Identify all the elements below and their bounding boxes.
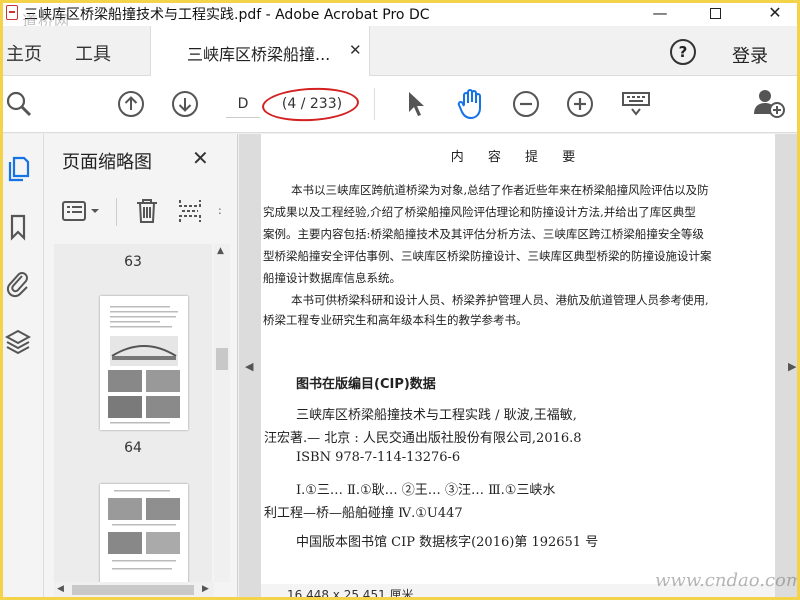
delete-page-icon[interactable] — [134, 196, 160, 226]
thumbnail-vertical-scrollbar[interactable]: ▲ — [214, 244, 230, 582]
maximize-icon — [709, 8, 721, 19]
thumbnail-options-icon[interactable] — [60, 198, 106, 224]
layers-icon[interactable] — [5, 327, 31, 357]
thumbnails-panel: 页面缩略图 ✕ : 63 64 ▲ ◀ ▶ — [44, 134, 238, 600]
cip-line: 三峡库区桥梁船撞技术与工程实践 / 耿波,王福敏, — [296, 408, 577, 423]
tab-home[interactable]: 主页 — [6, 40, 42, 66]
paragraph-line: 本书可供桥梁科研和设计人员、桥梁养护管理人员、港航及航道管理人员参考使用, — [291, 293, 709, 307]
help-icon[interactable]: ? — [670, 39, 696, 65]
thumbnail-label: 63 — [124, 254, 142, 270]
paragraph-line: 究成果以及工程经验,介绍了桥梁船撞风险评估理论和防撞设计方法,并给出了库区典型 — [263, 205, 696, 219]
more-tools-icon[interactable]: : — [218, 204, 222, 217]
page-down-icon[interactable] — [171, 90, 199, 118]
zoom-out-icon[interactable] — [512, 90, 540, 118]
page-thumbnails-icon[interactable] — [5, 154, 31, 184]
thumbnail-page-65[interactable] — [100, 484, 188, 582]
paragraph-line: 桥梁工程专业研究生和高年级本科生的教学参考书。 — [263, 313, 528, 327]
cip-title: 图书在版编目(CIP)数据 — [296, 377, 436, 392]
cip-line: ISBN 978-7-114-13276-6 — [296, 450, 461, 465]
panel-title: 页面缩略图 — [62, 152, 152, 173]
left-icon-rail — [0, 134, 44, 600]
tab-bar: 主页 工具 三峡库区桥梁船撞... ✕ ? 登录 — [0, 26, 800, 76]
page-heading: 内 容 提 要 — [450, 150, 586, 165]
scrollbar-thumb[interactable] — [216, 348, 228, 370]
thumbnail-page-64[interactable] — [100, 296, 188, 430]
cip-line: 汪宏著.— 北京 : 人民交通出版社股份有限公司,2016.8 — [264, 431, 582, 446]
close-window-button[interactable]: ✕ — [760, 2, 790, 24]
document-view: ◀ ▶ 内 容 提 要 本书以三峡库区跨航道桥梁为对象,总结了作者近些年来在桥梁… — [239, 134, 800, 600]
thumbnail-label: 64 — [124, 440, 142, 456]
paragraph-line: 船撞设计数据库信息系统。 — [263, 271, 401, 285]
cip-line: 中国版本图书馆 CIP 数据核字(2016)第 192651 号 — [296, 535, 599, 550]
scrollbar-thumb[interactable] — [72, 585, 194, 595]
thumbnail-page-65-image — [108, 490, 180, 570]
paragraph-line: 案例。主要内容包括:桥梁船撞技术及其评估分析方法、三峡库区跨江桥梁船撞安全等级 — [263, 227, 704, 241]
title-bar: 三峡库区桥梁船撞技术与工程实践.pdf - Adobe Acrobat Pro … — [0, 0, 800, 30]
attachment-icon[interactable] — [5, 268, 31, 298]
close-panel-icon[interactable]: ✕ — [192, 146, 209, 170]
add-user-icon[interactable] — [752, 87, 786, 119]
hand-icon[interactable] — [456, 88, 486, 120]
page-up-icon[interactable] — [117, 90, 145, 118]
bookmark-icon[interactable] — [5, 212, 31, 242]
toolbar-divider — [374, 88, 375, 120]
window-title: 三峡库区桥梁船撞技术与工程实践.pdf - Adobe Acrobat Pro … — [24, 7, 430, 23]
scroll-left-arrow-icon[interactable]: ◀ — [57, 584, 64, 594]
minimize-button[interactable]: — — [645, 2, 675, 24]
expand-right-icon[interactable]: ▶ — [788, 360, 796, 373]
scroll-up-arrow-icon[interactable]: ▲ — [217, 246, 224, 256]
panel-toolbar: : — [44, 190, 238, 234]
zoom-in-icon[interactable] — [566, 90, 594, 118]
pointer-icon[interactable] — [405, 90, 427, 118]
cip-line: 利工程—桥—船舶碰撞 Ⅳ.①U447 — [264, 506, 463, 521]
collapse-left-icon[interactable]: ◀ — [245, 360, 253, 373]
tab-document[interactable]: 三峡库区桥梁船撞... ✕ — [150, 26, 370, 76]
page-dimensions: 16.448 x 25.451 厘米 — [287, 588, 414, 600]
scroll-right-arrow-icon[interactable]: ▶ — [202, 584, 209, 594]
thumbnail-list: 63 64 — [54, 244, 212, 582]
close-tab-icon[interactable]: ✕ — [349, 41, 362, 59]
thumbnail-horizontal-scrollbar[interactable]: ◀ ▶ — [54, 582, 214, 598]
pdf-app-icon — [6, 5, 18, 20]
tab-tools[interactable]: 工具 — [75, 40, 111, 66]
search-zoom-icon[interactable] — [4, 89, 34, 119]
page-number-input[interactable]: D — [226, 90, 260, 118]
paragraph-line: 型桥梁船撞安全评估事例、三峡库区桥梁防撞设计、三峡库区典型桥梁的防撞设施设计案 — [263, 249, 712, 263]
login-button[interactable]: 登录 — [732, 42, 768, 68]
panel-toolbar-divider — [116, 198, 117, 226]
watermark-bottom: www.cndao.com — [655, 570, 800, 591]
extract-pages-icon[interactable] — [176, 196, 204, 226]
rail-active-indicator — [0, 150, 3, 188]
cip-line: Ⅰ.①三… Ⅱ.①耿… ②王… ③汪… Ⅲ.①三峡水 — [296, 483, 556, 498]
document-tab-label: 三峡库区桥梁船撞... — [187, 45, 331, 64]
paragraph-line: 本书以三峡库区跨航道桥梁为对象,总结了作者近些年来在桥梁船撞风险评估以及防 — [291, 183, 709, 197]
main-toolbar: D (4 / 233) — [0, 76, 800, 133]
keyboard-icon[interactable] — [620, 90, 652, 118]
pdf-page: 内 容 提 要 本书以三峡库区跨航道桥梁为对象,总结了作者近些年来在桥梁船撞风险… — [261, 134, 775, 584]
thumbnail-page-64-image — [108, 306, 180, 424]
page-count: (4 / 233) — [281, 96, 343, 112]
maximize-button[interactable] — [700, 2, 730, 24]
